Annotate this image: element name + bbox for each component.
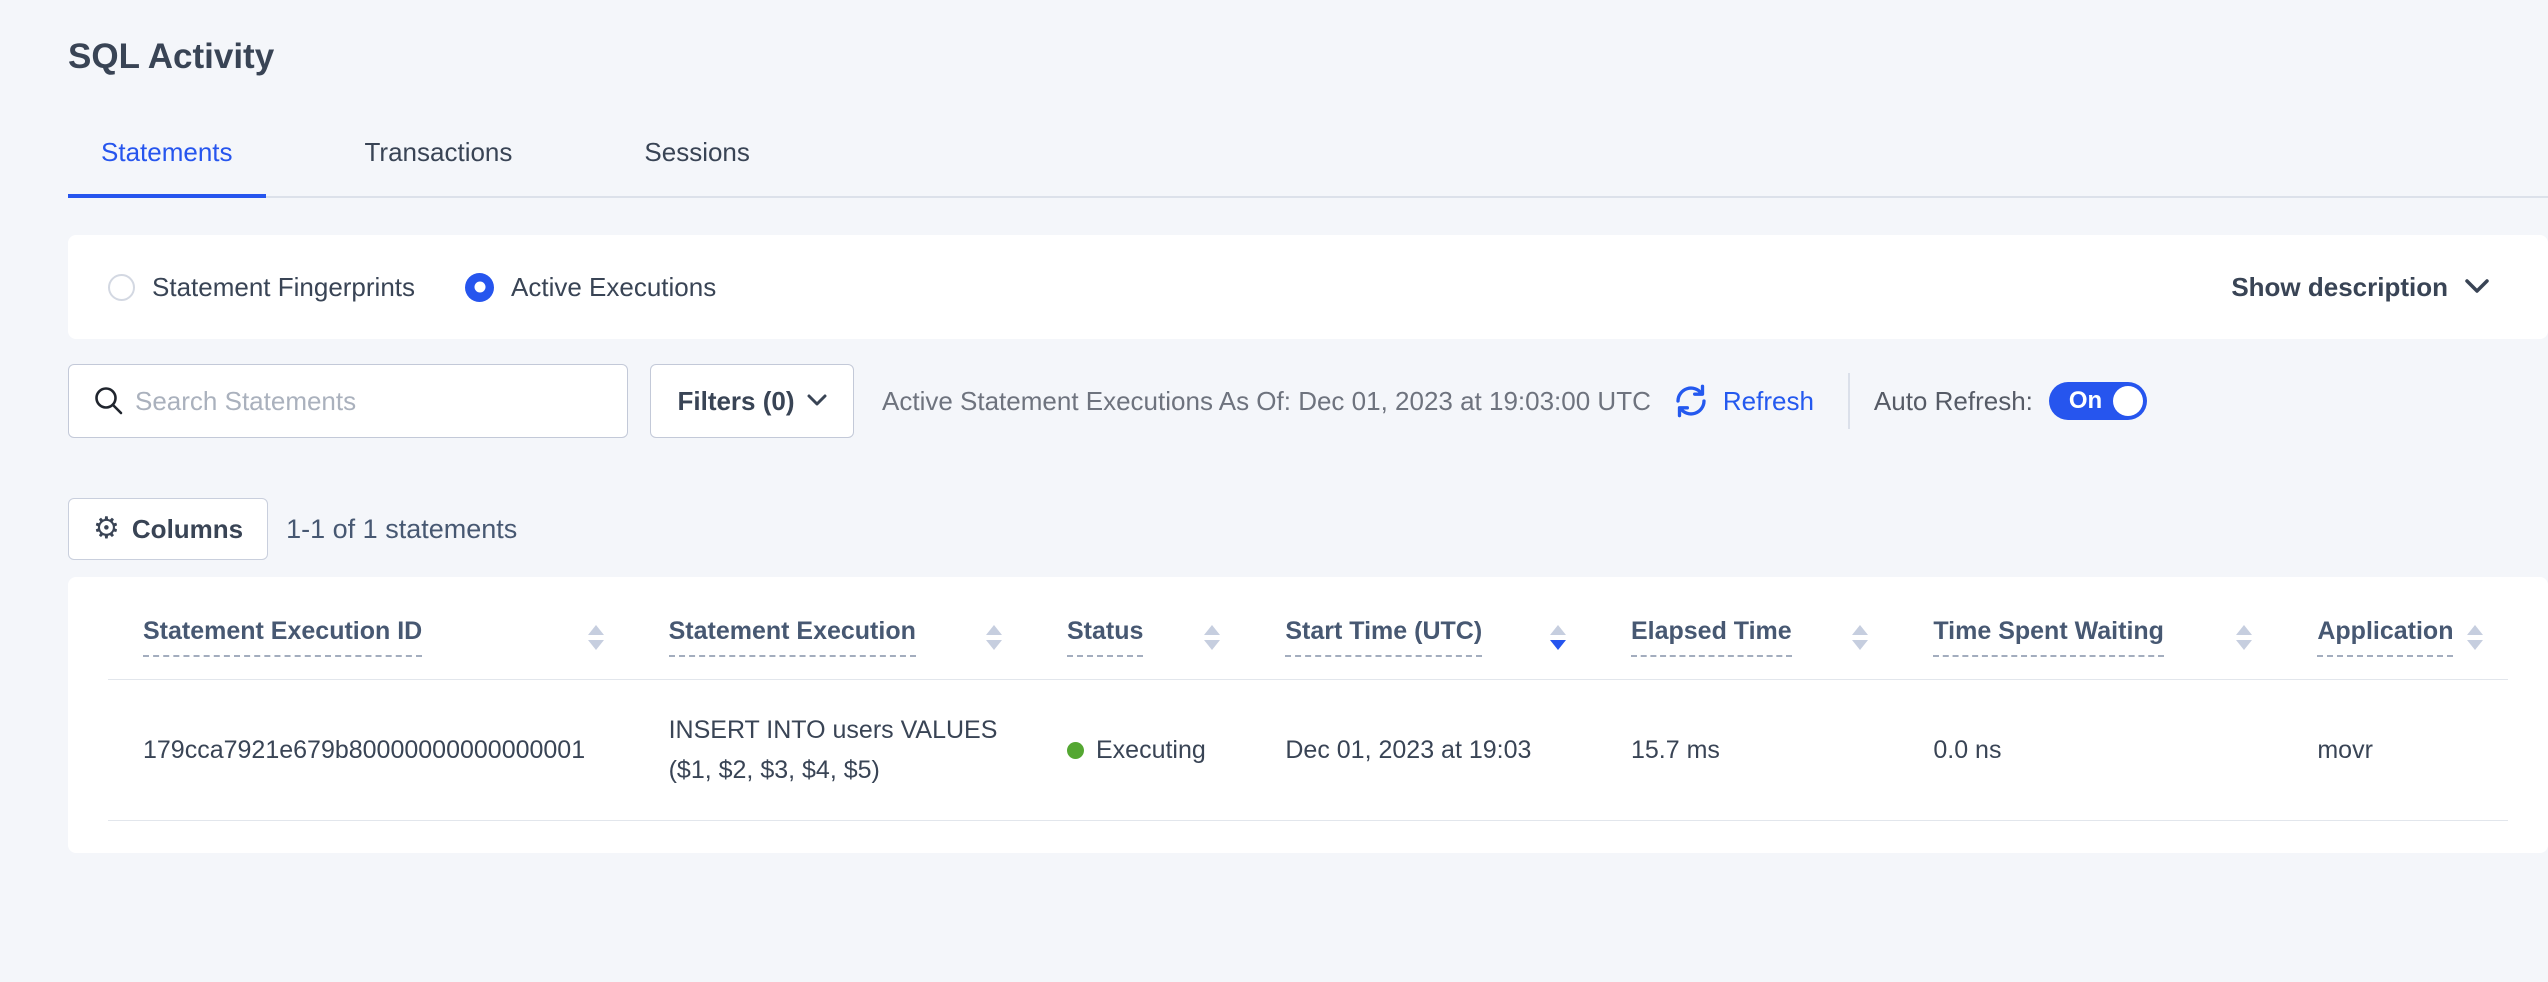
sort-icon[interactable]	[986, 625, 1002, 650]
filters-label: Filters (0)	[677, 386, 794, 417]
gear-icon: ⚙	[93, 514, 120, 544]
show-description-toggle[interactable]: Show description	[2231, 272, 2490, 303]
refresh-label: Refresh	[1723, 386, 1814, 417]
sort-icon[interactable]	[588, 625, 604, 650]
column-header-statement-execution-id[interactable]: Statement Execution ID	[108, 577, 634, 680]
view-mode-card: Statement Fingerprints Active Executions…	[68, 235, 2548, 339]
columns-button[interactable]: ⚙ Columns	[68, 498, 268, 560]
cell-time-spent-waiting: 0.0 ns	[1898, 680, 2282, 821]
chevron-down-icon	[2464, 278, 2490, 296]
toggle-state-label: On	[2069, 382, 2102, 420]
cell-status: Executing	[1032, 680, 1250, 821]
column-header-time-spent-waiting[interactable]: Time Spent Waiting	[1898, 577, 2282, 680]
radio-label: Active Executions	[511, 272, 716, 303]
radio-circle-icon	[465, 273, 494, 302]
refresh-icon	[1671, 381, 1711, 421]
statements-table: Statement Execution ID Statement Executi…	[108, 577, 2508, 821]
table-header-row: Statement Execution ID Statement Executi…	[108, 577, 2508, 680]
auto-refresh-toggle[interactable]: On	[2049, 382, 2147, 420]
sort-icon[interactable]	[1852, 625, 1868, 650]
column-header-start-time[interactable]: Start Time (UTC)	[1250, 577, 1596, 680]
search-box	[68, 364, 628, 438]
tab-transactions[interactable]: Transactions	[332, 137, 546, 198]
radio-circle-icon	[108, 274, 135, 301]
refresh-button[interactable]: Refresh	[1671, 381, 1814, 421]
sort-icon[interactable]	[1204, 625, 1220, 650]
page-title: SQL Activity	[68, 0, 2548, 81]
search-icon	[92, 384, 126, 418]
filters-button[interactable]: Filters (0)	[650, 364, 854, 438]
radio-statement-fingerprints[interactable]: Statement Fingerprints	[108, 272, 415, 303]
column-header-status[interactable]: Status	[1032, 577, 1250, 680]
vertical-divider	[1848, 373, 1850, 429]
show-description-label: Show description	[2231, 272, 2448, 303]
radio-active-executions[interactable]: Active Executions	[465, 272, 716, 303]
search-input[interactable]	[68, 364, 628, 438]
column-header-elapsed-time[interactable]: Elapsed Time	[1596, 577, 1898, 680]
columns-button-label: Columns	[132, 514, 243, 545]
as-of-timestamp: Active Statement Executions As Of: Dec 0…	[882, 386, 1651, 417]
column-header-statement-execution[interactable]: Statement Execution	[634, 577, 1032, 680]
auto-refresh-label: Auto Refresh:	[1874, 386, 2033, 417]
sort-icon[interactable]	[2236, 625, 2252, 650]
chevron-down-icon	[807, 394, 827, 408]
status-label: Executing	[1096, 730, 1206, 770]
cell-elapsed-time: 15.7 ms	[1596, 680, 1898, 821]
sort-icon[interactable]	[2467, 625, 2483, 650]
cell-statement[interactable]: INSERT INTO users VALUES ($1, $2, $3, $4…	[634, 680, 1032, 821]
tab-bar: Statements Transactions Sessions	[68, 137, 2548, 198]
column-header-application[interactable]: Application	[2282, 577, 2508, 680]
radio-label: Statement Fingerprints	[152, 272, 415, 303]
sql-activity-page: SQL Activity Statements Transactions Ses…	[0, 0, 2548, 853]
table-toolbar: ⚙ Columns 1-1 of 1 statements	[68, 498, 2548, 560]
cell-start-time: Dec 01, 2023 at 19:03	[1250, 680, 1596, 821]
tab-statements[interactable]: Statements	[68, 137, 266, 198]
tab-sessions[interactable]: Sessions	[611, 137, 783, 198]
cell-application: movr	[2282, 680, 2508, 821]
controls-row: Filters (0) Active Statement Executions …	[68, 364, 2548, 438]
status-executing-dot-icon	[1067, 742, 1084, 759]
toggle-knob	[2113, 386, 2143, 416]
sort-icon[interactable]	[1550, 625, 1566, 650]
table-row: 179cca7921e679b80000000000000001 INSERT …	[108, 680, 2508, 821]
cell-execution-id[interactable]: 179cca7921e679b80000000000000001	[108, 680, 634, 821]
statements-table-card: Statement Execution ID Statement Executi…	[68, 577, 2548, 853]
result-count: 1-1 of 1 statements	[286, 514, 517, 545]
